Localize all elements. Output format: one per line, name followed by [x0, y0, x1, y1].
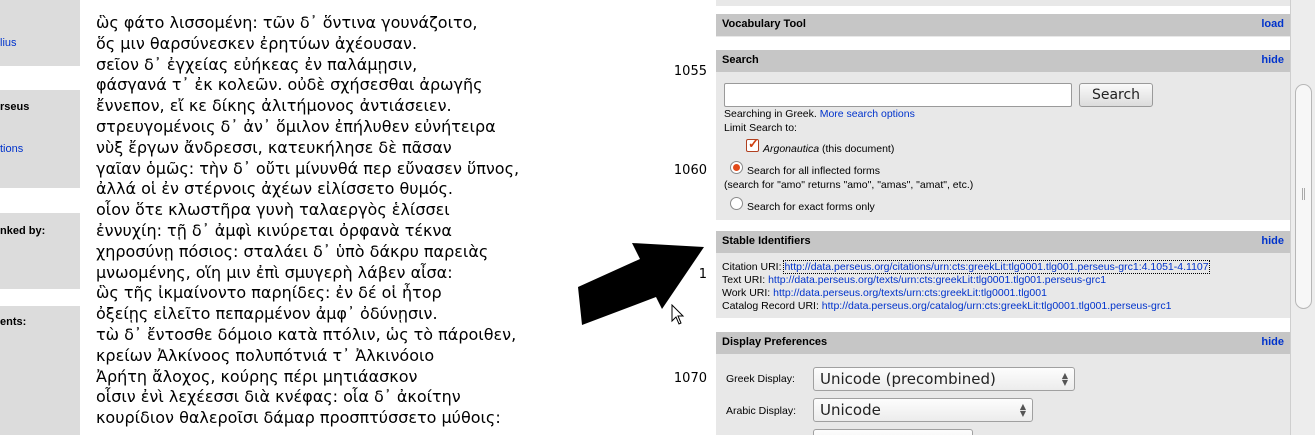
catalog-uri-label: Catalog Record URI:: [722, 300, 822, 312]
catalog-uri-link[interactable]: http://data.perseus.org/catalog/urn:cts:…: [822, 300, 1172, 312]
text-uri-label: Text URI:: [722, 274, 769, 286]
sidebar-box-3: nked by:: [0, 213, 80, 289]
search-box: Search hide Search Searching in Greek. M…: [716, 50, 1290, 220]
greek-text-line: ὅς μιν θαρσύνεσκεν ἐρητύων ἀχέουσαν.: [96, 33, 418, 53]
more-search-options-link[interactable]: More search options: [820, 108, 915, 120]
vocabulary-tool-box: Vocabulary Tool load: [716, 14, 1290, 37]
display-preferences-title: Display Preferences: [722, 336, 828, 348]
stable-identifiers-hide-link[interactable]: hide: [1261, 235, 1284, 247]
inflected-forms-radio[interactable]: [730, 161, 743, 174]
select-arrows-icon: ▲ ▼: [1061, 371, 1068, 387]
search-title: Search: [722, 54, 759, 66]
select-arrows-icon: ▲ ▼: [1019, 402, 1026, 418]
greek-text-body: ὣς φάτο λισσομένη: τῶν δ᾽ ὅντινα γουνάζο…: [96, 13, 656, 429]
checkmark-icon: ✓: [748, 136, 759, 151]
catalog-uri-row: Catalog Record URI: http://data.perseus.…: [722, 300, 1171, 312]
text-uri-row: Text URI: http://data.perseus.org/texts/…: [722, 274, 1106, 286]
scrollbar-grip-icon: [1302, 188, 1305, 200]
arabic-display-select[interactable]: Unicode ▲ ▼: [813, 398, 1033, 422]
arabic-display-label: Arabic Display:: [726, 405, 797, 417]
sidebar-link-1[interactable]: lius: [0, 37, 17, 49]
greek-display-label: Greek Display:: [726, 373, 795, 385]
exact-forms-label: Search for exact forms only: [747, 201, 875, 213]
greek-text-line: κουρίδιον θαλεροῖσι δάμαρ προσπτύσσετο μ…: [96, 408, 501, 428]
greek-text-line: φάσγανά τ᾽ ἐκ κολεῶν. οὐδὲ σχήσεσθαι ἀρω…: [96, 75, 483, 95]
text-uri-link[interactable]: http://data.perseus.org/texts/urn:cts:gr…: [768, 274, 1106, 286]
line-number: 1055: [673, 64, 707, 79]
line-number: 1060: [673, 163, 707, 178]
greek-text-line: Ἀρήτη ἄλοχος, κούρης πέρι μητιάασκον: [96, 366, 418, 386]
annotation-arrow-icon: [578, 243, 704, 325]
greek-text-line: στρευγομένοις δ᾽ ἀν᾽ ὅμιλον ἐπήλυθεν εὐν…: [96, 116, 496, 136]
sidebar-title-3: nked by:: [0, 225, 46, 237]
greek-text-line: οἷσιν ἐνὶ λεχέεσσι διὰ κνέφας: οἷα δ᾽ ἀκ…: [96, 387, 461, 407]
line-number: 1070: [673, 371, 707, 386]
work-uri-link[interactable]: http://data.perseus.org/texts/urn:cts:gr…: [773, 287, 1047, 299]
sidebar-box-2: rseus tions: [0, 90, 80, 188]
vocabulary-tool-title: Vocabulary Tool: [722, 18, 806, 30]
document-title: Argonautica: [763, 143, 820, 155]
search-hide-link[interactable]: hide: [1261, 54, 1284, 66]
display-preferences-hide-link[interactable]: hide: [1261, 336, 1284, 348]
arabic-display-value: Unicode: [820, 401, 881, 419]
work-uri-label: Work URI:: [722, 287, 774, 299]
greek-text-line: γαῖαν ὁμῶς: τὴν δ᾽ οὔτι μίνυνθά περ εὔνα…: [96, 158, 520, 178]
search-language-note: Searching in Greek. More search options: [724, 108, 915, 120]
greek-text-line: ὣς φάτο λισσομένη: τῶν δ᾽ ὅντινα γουνάζο…: [96, 13, 478, 32]
greek-display-value: Unicode (precombined): [820, 370, 996, 388]
greek-text-line: ἔννεπον, εἴ κε δίκης ἀλιτήμονος ἀντιάσει…: [96, 96, 452, 116]
sidebar-title-2: rseus: [0, 101, 30, 113]
display-preferences-header: Display Preferences hide: [716, 332, 1290, 354]
display-preferences-box: Display Preferences hide Greek Display: …: [716, 332, 1290, 435]
vocabulary-load-link[interactable]: load: [1261, 18, 1284, 30]
third-display-select[interactable]: [813, 429, 973, 435]
sidebar-box-1: lius: [0, 0, 80, 66]
greek-text-line: νὺξ ἔργων ἄνδρεσσι, κατευκήλησε δὲ πᾶσαν: [96, 137, 452, 157]
citation-uri-link[interactable]: http://data.perseus.org/citations/urn:ct…: [783, 260, 1210, 274]
citation-uri-row: Citation URI: http://data.perseus.org/ci…: [722, 260, 1210, 274]
sidebar-link-2[interactable]: tions: [0, 143, 23, 155]
stable-identifiers-box: Stable Identifiers hide Citation URI: ht…: [716, 231, 1290, 318]
greek-text-line: ἀλλά οἱ ἐν στέρνοις ἀχέων εἰλίσσετο θυμό…: [96, 179, 454, 199]
stable-identifiers-title: Stable Identifiers: [722, 235, 811, 247]
inflected-forms-note: (search for "amo" returns "amo", "amas",…: [724, 179, 974, 191]
top-box-edge: [716, 0, 1290, 6]
right-panel: Vocabulary Tool load Search hide Search …: [716, 0, 1290, 435]
search-button[interactable]: Search: [1079, 83, 1153, 107]
sidebar-title-4: ents:: [0, 316, 27, 328]
inflected-forms-label: Search for all inflected forms: [747, 165, 881, 177]
limit-search-label: Limit Search to:: [724, 122, 797, 134]
search-language-text: Searching in Greek.: [724, 108, 820, 120]
mouse-cursor-icon: [671, 304, 685, 325]
sidebar-box-4: ents:: [0, 306, 80, 435]
limit-document-checkbox[interactable]: ✓: [746, 136, 759, 152]
stable-identifiers-header: Stable Identifiers hide: [716, 231, 1290, 253]
left-sidebar: lius rseus tions nked by: ents:: [0, 0, 80, 435]
search-input[interactable]: [724, 83, 1072, 107]
limit-document-label: Argonautica (this document): [763, 143, 894, 155]
exact-forms-radio[interactable]: [730, 197, 743, 210]
vocabulary-tool-header: Vocabulary Tool load: [716, 14, 1290, 36]
greek-text-line: οἷον ὅτε κλωστῆρα γυνὴ ταλαεργὸς ἑλίσσει: [96, 200, 450, 220]
vertical-scrollbar[interactable]: [1290, 0, 1315, 435]
document-suffix: (this document): [819, 143, 895, 155]
citation-uri-label: Citation URI:: [722, 261, 785, 273]
search-header: Search hide: [716, 50, 1290, 72]
greek-text-line: σεῖον δ᾽ ἐγχείας εὐήκεας ἐν παλάμῃσιν,: [96, 54, 418, 74]
work-uri-row: Work URI: http://data.perseus.org/texts/…: [722, 287, 1047, 299]
greek-display-select[interactable]: Unicode (precombined) ▲ ▼: [813, 367, 1075, 391]
greek-text-line: κρείων Ἀλκίνοος πολυπότνιά τ᾽ Ἀλκινόοιο: [96, 345, 435, 365]
